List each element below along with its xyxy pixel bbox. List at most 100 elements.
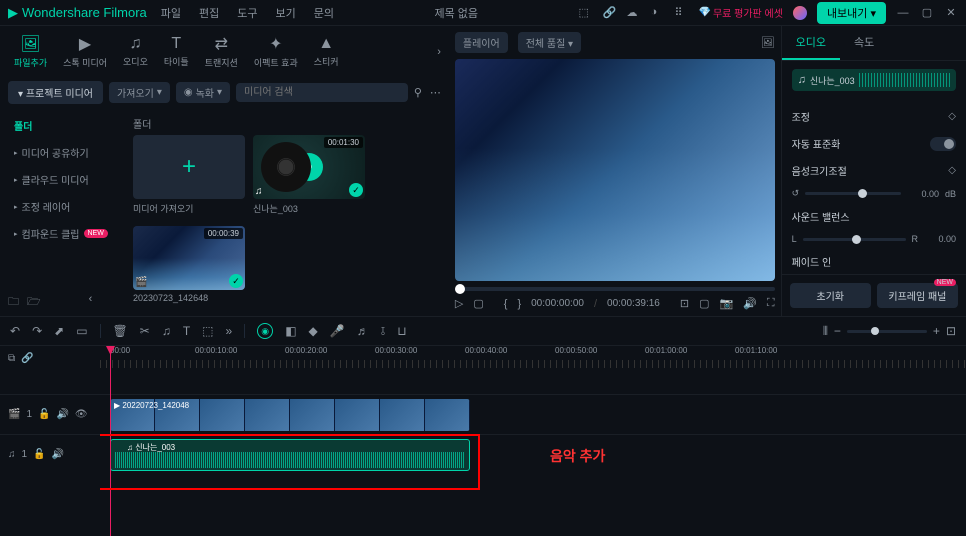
import-button[interactable]: 가져오기 ▾	[109, 82, 170, 103]
mic-icon[interactable]: 🎤	[330, 324, 345, 338]
camera-icon[interactable]: 📷	[719, 297, 733, 310]
sidebar-item-adjust[interactable]: ▸조정 레이어	[0, 193, 125, 220]
device-icon[interactable]: ⬚	[579, 6, 593, 20]
speed-icon[interactable]: »	[226, 324, 233, 338]
caption-icon[interactable]: ◧	[285, 324, 296, 338]
cut-icon[interactable]: ✂	[140, 324, 150, 338]
keyframe-diamond-icon[interactable]: ◇	[948, 165, 956, 176]
link-icon[interactable]: 🔗	[21, 353, 33, 364]
undo-icon[interactable]: ↶	[10, 324, 20, 338]
avatar-icon[interactable]	[793, 6, 807, 20]
tab-stock[interactable]: ▶스톡 미디어	[57, 32, 113, 71]
tab-speed-props[interactable]: 속도	[840, 26, 888, 60]
folder-icon[interactable]: 🗁	[27, 293, 41, 312]
music-tool-icon[interactable]: ♫	[162, 324, 171, 338]
import-media-tile[interactable]: + 미디어 가져오기	[133, 135, 245, 218]
sidebar-item-cloud[interactable]: ▸클라우드 미디어	[0, 166, 125, 193]
link-icon[interactable]: 🔗	[603, 6, 617, 20]
zoom-slider[interactable]	[847, 330, 927, 333]
tab-stickers[interactable]: ▲스티커	[308, 33, 345, 70]
beat-icon[interactable]: ♬	[357, 324, 369, 338]
media-item-audio[interactable]: ♪ 00:01:30 ♫ ✓ 신나는_003	[253, 135, 365, 218]
media-item-video[interactable]: 00:00:39 🎬 ✓ 20230723_142648	[133, 226, 245, 306]
preview-slider[interactable]	[455, 287, 775, 291]
minimize-button[interactable]: —	[896, 7, 910, 19]
collapse-icon[interactable]: ‹	[89, 293, 93, 312]
search-input[interactable]	[236, 83, 408, 102]
mute-icon[interactable]: 🔊	[52, 449, 64, 460]
layer-icon[interactable]: ⧉	[8, 353, 15, 364]
video-track-header[interactable]: 🎬1 🔓 🔊 👁	[0, 394, 100, 434]
tab-transitions[interactable]: ⇄트랜지션	[199, 32, 244, 71]
preview-video[interactable]	[455, 59, 775, 281]
select-icon[interactable]: ▭	[76, 324, 87, 338]
magnet-icon[interactable]: ⊔	[397, 324, 406, 338]
reset-icon[interactable]: ↺	[792, 188, 800, 199]
zoom-out-icon[interactable]: −	[834, 324, 841, 338]
menu-help[interactable]: 문의	[314, 5, 334, 21]
folder-add-icon[interactable]: 🗀	[8, 293, 19, 312]
project-media-button[interactable]: ▾ 프로젝트 미디어	[8, 81, 103, 104]
pointer-icon[interactable]: ⬈	[54, 324, 64, 338]
crop-icon[interactable]: ⬚	[202, 324, 213, 338]
settings-icon[interactable]: ◑	[651, 6, 665, 20]
mark-out-icon[interactable]: }	[517, 298, 521, 310]
sidebar-item-compound[interactable]: ▸컴파운드 클립NEW	[0, 220, 125, 247]
cloud-icon[interactable]: ☁	[627, 6, 641, 20]
sidebar-item-share[interactable]: ▸미디어 공유하기	[0, 139, 125, 166]
zoom-fit-icon[interactable]: ⊡	[946, 324, 956, 338]
video-track[interactable]: ▶ 20220723_142048	[100, 394, 966, 434]
tab-titles[interactable]: T타이틀	[158, 33, 195, 70]
menu-file[interactable]: 파일	[161, 5, 181, 21]
menu-view[interactable]: 보기	[276, 5, 296, 21]
menu-edit[interactable]: 편집	[199, 5, 219, 21]
tab-audio[interactable]: ♫오디오	[117, 33, 154, 70]
color-tool-icon[interactable]: ◉	[257, 323, 273, 339]
zoom-in-icon[interactable]: +	[933, 324, 940, 338]
quality-select[interactable]: 전체 품질 ▾	[518, 32, 581, 53]
marker-icon[interactable]: ◆	[309, 324, 318, 338]
delete-icon[interactable]: 🗑	[113, 324, 128, 338]
tabs-more-icon[interactable]: ›	[437, 46, 441, 58]
menu-tools[interactable]: 도구	[237, 5, 257, 21]
mark-in-icon[interactable]: {	[504, 298, 508, 310]
apps-icon[interactable]: ⠿	[675, 6, 689, 20]
mixer-icon[interactable]: ⫴	[823, 324, 828, 339]
align-icon[interactable]: ⫱	[381, 324, 385, 339]
keyframe-panel-button[interactable]: 키프레임 패널NEW	[877, 283, 958, 308]
redo-icon[interactable]: ↷	[32, 324, 42, 338]
play-button[interactable]: ▷	[455, 297, 463, 310]
filter-icon[interactable]: ⚲	[414, 86, 422, 99]
record-button[interactable]: ◉ 녹화 ▾	[176, 82, 230, 103]
playhead[interactable]	[110, 346, 111, 536]
mute-icon[interactable]: 🔊	[56, 409, 68, 420]
snapshot-icon[interactable]: 🖼	[761, 36, 775, 49]
volume-icon[interactable]: 🔊	[743, 297, 757, 310]
lock-icon[interactable]: 🔓	[38, 409, 50, 420]
player-select[interactable]: 플레이어	[455, 32, 508, 53]
timeline-ruler[interactable]: 00:00 00:00:10:00 00:00:20:00 00:00:30:0…	[100, 346, 966, 370]
tab-effects[interactable]: ✦이펙트 효과	[248, 32, 304, 71]
keyframe-diamond-icon[interactable]: ◇	[948, 111, 956, 122]
volume-slider[interactable]	[805, 192, 901, 195]
maximize-button[interactable]: ▢	[920, 6, 934, 19]
lock-icon[interactable]: 🔓	[33, 449, 45, 460]
ratio-icon[interactable]: ⊡	[680, 297, 689, 310]
auto-normalize-toggle[interactable]	[930, 137, 956, 151]
text-tool-icon[interactable]: T	[183, 324, 190, 338]
tab-audio-props[interactable]: 오디오	[782, 26, 840, 60]
close-button[interactable]: ✕	[944, 6, 958, 19]
balance-slider[interactable]	[803, 238, 906, 241]
audio-track-header[interactable]: ♫1 🔓 🔊	[0, 434, 100, 474]
timeline-tracks[interactable]: 00:00 00:00:10:00 00:00:20:00 00:00:30:0…	[100, 346, 966, 536]
video-clip[interactable]: ▶ 20220723_142048	[110, 399, 470, 431]
tab-import[interactable]: 🖼파일추가	[8, 32, 53, 71]
eye-icon[interactable]: 👁	[75, 409, 88, 420]
more-icon[interactable]: ⋯	[430, 86, 441, 99]
promo-badge[interactable]: 💎 무료 평가판 에셋	[699, 5, 783, 20]
stop-button[interactable]: ▢	[473, 297, 483, 310]
display-icon[interactable]: ▢	[699, 297, 709, 310]
fullscreen-icon[interactable]: ⛶	[767, 297, 775, 310]
export-button[interactable]: 내보내기 ▾	[817, 2, 886, 24]
audio-track[interactable]: ♫ 신나는_003	[100, 434, 966, 474]
